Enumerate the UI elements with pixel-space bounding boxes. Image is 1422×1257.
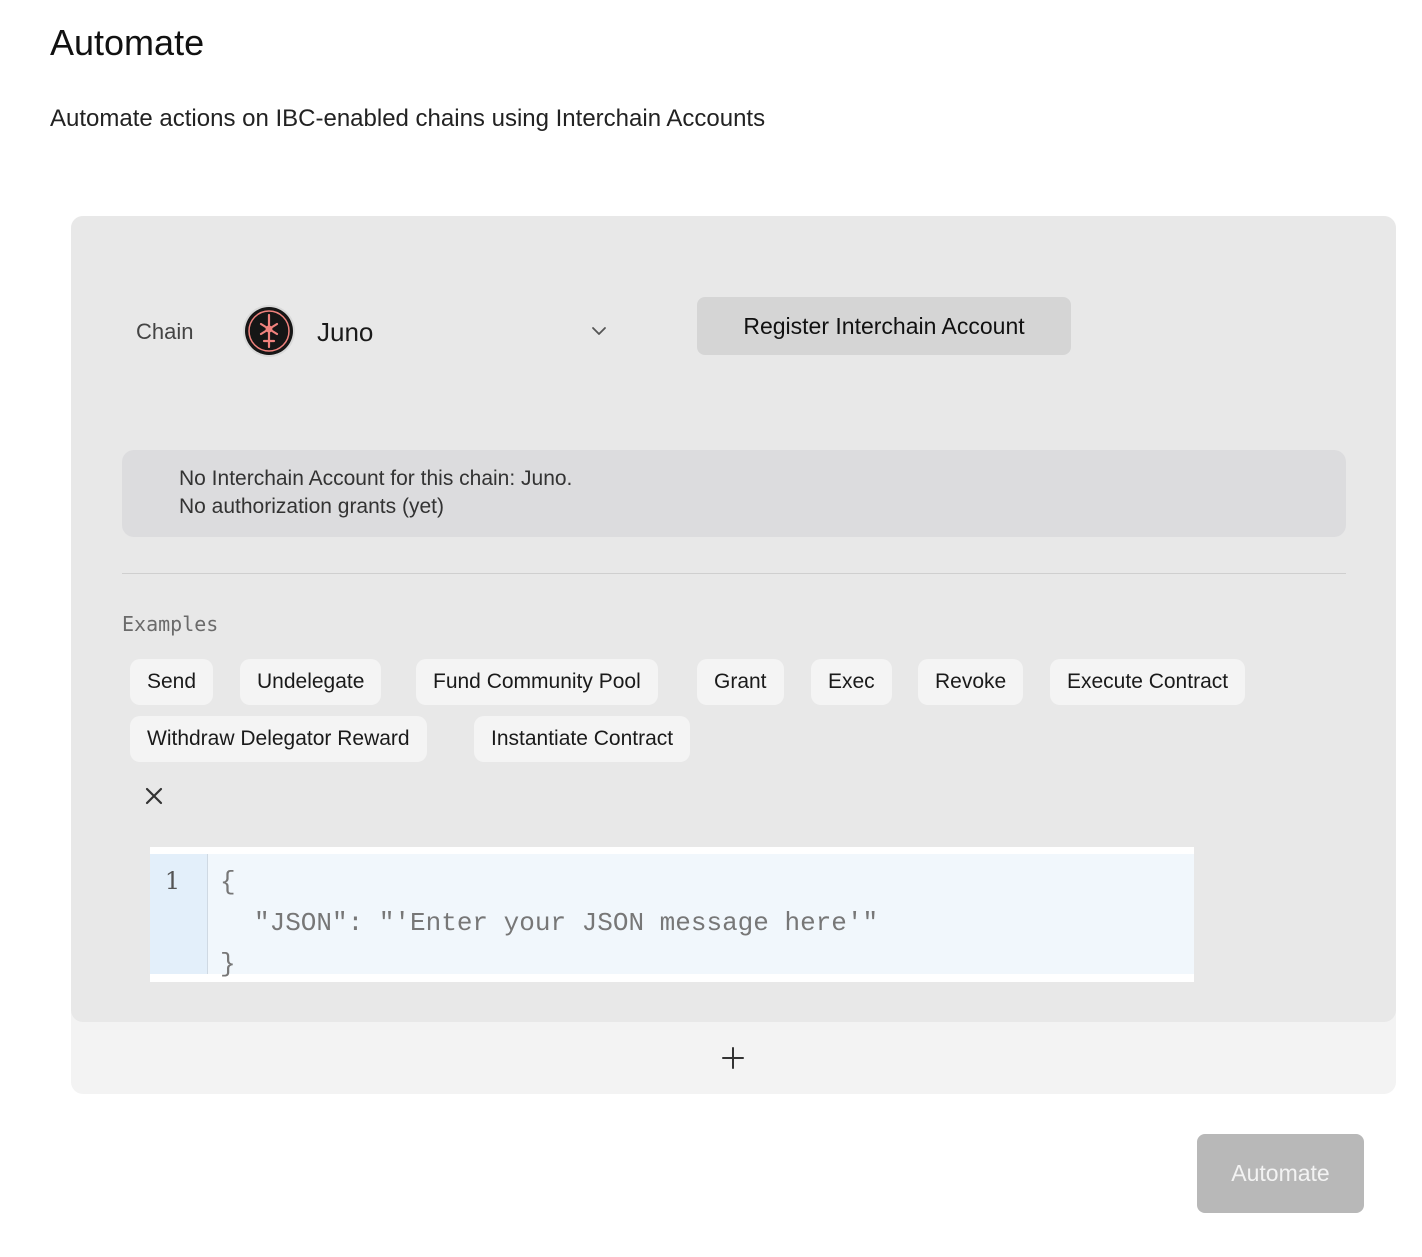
chain-label: Chain (136, 319, 194, 344)
example-instantiate-contract-button[interactable]: Instantiate Contract (474, 716, 691, 762)
code-line: { (220, 867, 236, 897)
example-undelegate-button[interactable]: Undelegate (240, 659, 382, 705)
chevron-down-icon (592, 327, 606, 335)
status-grants-text: No authorization grants (yet) (179, 495, 444, 518)
example-withdraw-delegator-reward-button[interactable]: Withdraw Delegator Reward (130, 716, 427, 762)
line-number: 1 (164, 867, 181, 895)
examples-label: Examples (122, 612, 219, 636)
example-exec-button[interactable]: Exec (811, 659, 892, 705)
plus-icon[interactable] (720, 1045, 746, 1071)
chain-select[interactable]: Juno (238, 300, 618, 362)
status-box: No Interchain Account for this chain: Ju… (122, 450, 1346, 537)
example-grant-button[interactable]: Grant (697, 659, 784, 705)
editor-gutter: 1 (150, 854, 208, 974)
example-execute-contract-button[interactable]: Execute Contract (1050, 659, 1246, 705)
code-line: } (220, 949, 236, 979)
status-account-text: No Interchain Account for this chain: Ju… (179, 467, 573, 490)
page-subtitle: Automate actions on IBC-enabled chains u… (50, 105, 766, 132)
automate-button[interactable]: Automate (1197, 1134, 1364, 1213)
example-send-button[interactable]: Send (130, 659, 214, 705)
chain-name: Juno (317, 317, 374, 347)
editor-code-area[interactable]: { "JSON": "'Enter your JSON message here… (208, 854, 1194, 979)
example-fund-community-pool-button[interactable]: Fund Community Pool (416, 659, 658, 705)
page-title: Automate (50, 22, 205, 63)
register-interchain-account-button[interactable]: Register Interchain Account (697, 297, 1071, 355)
json-editor[interactable]: 1 { "JSON": "'Enter your JSON message he… (150, 847, 1194, 982)
close-icon[interactable] (141, 783, 167, 809)
divider (122, 573, 1346, 574)
example-revoke-button[interactable]: Revoke (918, 659, 1024, 705)
code-line: "JSON": "'Enter your JSON message here'" (254, 908, 879, 938)
juno-logo-icon (243, 305, 295, 357)
